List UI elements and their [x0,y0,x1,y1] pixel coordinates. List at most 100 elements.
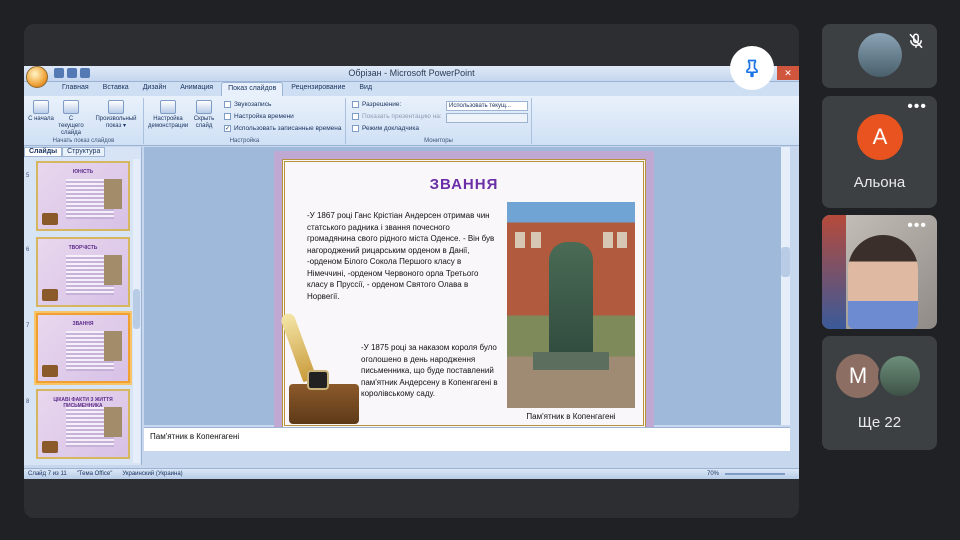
title-bar: Обрізан - Microsoft PowerPoint – □ ✕ [24,66,799,82]
monitor-icon [352,101,359,108]
editor-scrollbar[interactable] [781,147,790,425]
setup-icon [160,100,176,114]
ribbon: С начала С текущего слайда Произвольный … [24,96,799,146]
notes-pane[interactable]: Пам'ятник в Копенгагені [144,427,790,451]
more-options-icon[interactable]: ••• [907,218,927,234]
custom-show-icon [108,100,124,114]
powerpoint-window: Обрізан - Microsoft PowerPoint – □ ✕ Гла… [24,66,799,479]
status-bar: Слайд 7 из 11 "Тема Office" Украинский (… [24,468,799,479]
slide-number: 8 [26,399,30,405]
slide-thumbnail[interactable]: ЦІКАВІ ФАКТИ З ЖИТТЯ ПИСЬМЕННИКА [36,389,130,459]
record-narration[interactable]: Звукозапись [224,101,271,108]
thumbnail-photo [104,179,122,209]
tab-review[interactable]: Рецензирование [285,82,351,96]
tab-animation[interactable]: Анимация [174,82,219,96]
bookshelf-background [822,215,846,329]
statue-base [533,352,609,370]
mic-off-icon [909,33,923,49]
tab-insert[interactable]: Вставка [97,82,135,96]
thumbnail-title: ЗВАННЯ [72,321,94,327]
group-setup: Настройка демонстрации Скрыть слайд Звук… [144,98,346,144]
participant-tile-video[interactable]: ••• [822,215,937,329]
statue-figure [549,242,593,362]
tab-slideshow[interactable]: Показ слайдов [221,82,284,96]
building-window [515,232,525,248]
current-slide[interactable]: ЗВАННЯ -У 1867 році Ганс Крістіан Андерс… [274,151,654,436]
from-beginning-button[interactable]: С начала [26,100,56,123]
language[interactable]: Украинский (Украина) [122,469,182,479]
participant-video-person [848,235,918,329]
slide-text-monument: -У 1875 році за наказом короля було огол… [361,343,498,398]
tab-outline[interactable]: Структура [62,147,106,157]
thumbnail-photo [104,331,122,361]
zoom-slider[interactable] [725,473,785,475]
participant-photo [878,354,922,398]
tab-design[interactable]: Дизайн [137,82,173,96]
zoom-level[interactable]: 70% [707,469,719,479]
book-icon [42,289,58,301]
participant-tile-alona[interactable]: ••• A Альона [822,96,937,208]
group-label: Начать показ слайдов [52,138,115,144]
slide-title: ЗВАННЯ [429,176,499,193]
slide-text-awards: -У 1867 році Ганс Крістіан Андерсен отри… [307,211,495,301]
microphone-icon [224,101,231,108]
more-participants-label[interactable]: Ще 22 [822,414,937,431]
slide-frame: ЗВАННЯ -У 1867 році Ганс Крістіан Андерс… [279,159,646,428]
slide-thumbnail-selected[interactable]: ЗВАННЯ [36,313,130,383]
hide-slide-icon [196,100,212,114]
resolution-select[interactable]: Использовать текущ... [446,101,528,111]
pin-button[interactable] [730,46,774,90]
group-label: Мониторы [424,138,453,144]
resolution-label: Разрешение: [352,101,401,108]
slide-number: 7 [26,323,30,329]
more-options-icon[interactable]: ••• [907,99,927,115]
use-timings-checkbox[interactable]: ✓ Использовать записанные времена [224,125,342,132]
show-on-label: Показать презентацию на: [352,113,442,120]
book-icon [42,441,58,453]
participant-tile-self[interactable] [822,24,937,88]
tab-slides[interactable]: Слайды [24,147,63,157]
pane-scrollbar[interactable] [133,159,140,463]
thumbnail-title: ЮНІСТЬ [72,169,94,175]
building-window [531,232,541,248]
tab-view[interactable]: Вид [353,82,378,96]
building-window [603,232,613,248]
slide-number: 5 [26,173,30,179]
slide-thumbnail[interactable]: ЮНІСТЬ [36,161,130,231]
slideshow-current-icon [63,100,79,114]
thumbnail-title: ТВОРЧІСТЬ [68,245,98,251]
ribbon-tabs: Главная Вставка Дизайн Анимация Показ сл… [24,82,799,96]
pane-tabs: Слайды Структура [24,147,141,157]
clock-icon [224,113,231,120]
participant-tile-others[interactable]: M Ще 22 [822,336,937,450]
participant-name: Альона [853,174,906,191]
show-on-select [446,113,528,123]
monument-photo [507,202,635,408]
close-button[interactable]: ✕ [777,66,799,80]
from-current-button[interactable]: С текущего слайда [56,100,86,137]
theme-name: "Тема Office" [76,471,113,477]
rehearse-timings[interactable]: Настройка времени [224,113,294,120]
checkbox-icon: ✓ [224,125,231,132]
group-start-slideshow: С начала С текущего слайда Произвольный … [24,98,144,144]
hide-slide-button[interactable]: Скрыть слайд [190,100,218,130]
scroll-thumb[interactable] [133,289,140,329]
tab-home[interactable]: Главная [56,82,95,96]
presenter-view-checkbox[interactable]: Режим докладчика [352,125,419,132]
slide-thumbnail[interactable]: ТВОРЧІСТЬ [36,237,130,307]
slideshow-icon [33,100,49,114]
custom-show-button[interactable]: Произвольный показ ▾ [94,100,138,130]
checkbox-icon [352,125,359,132]
group-monitors: Разрешение: Использовать текущ... Показа… [346,98,532,144]
presentation-stage: Обрізан - Microsoft PowerPoint – □ ✕ Гла… [24,24,799,518]
scroll-thumb[interactable] [781,247,790,277]
avatar: A [857,114,903,160]
books-illustration [289,384,359,424]
setup-show-button[interactable]: Настройка демонстрации [148,100,188,130]
avatar: M [836,354,880,398]
office-button[interactable] [26,66,48,88]
thumbnail-photo [104,255,122,285]
book-icon [42,365,58,377]
slide-editor: ЗВАННЯ -У 1867 році Ганс Крістіан Андерс… [144,147,790,436]
monitor-icon [352,113,359,120]
